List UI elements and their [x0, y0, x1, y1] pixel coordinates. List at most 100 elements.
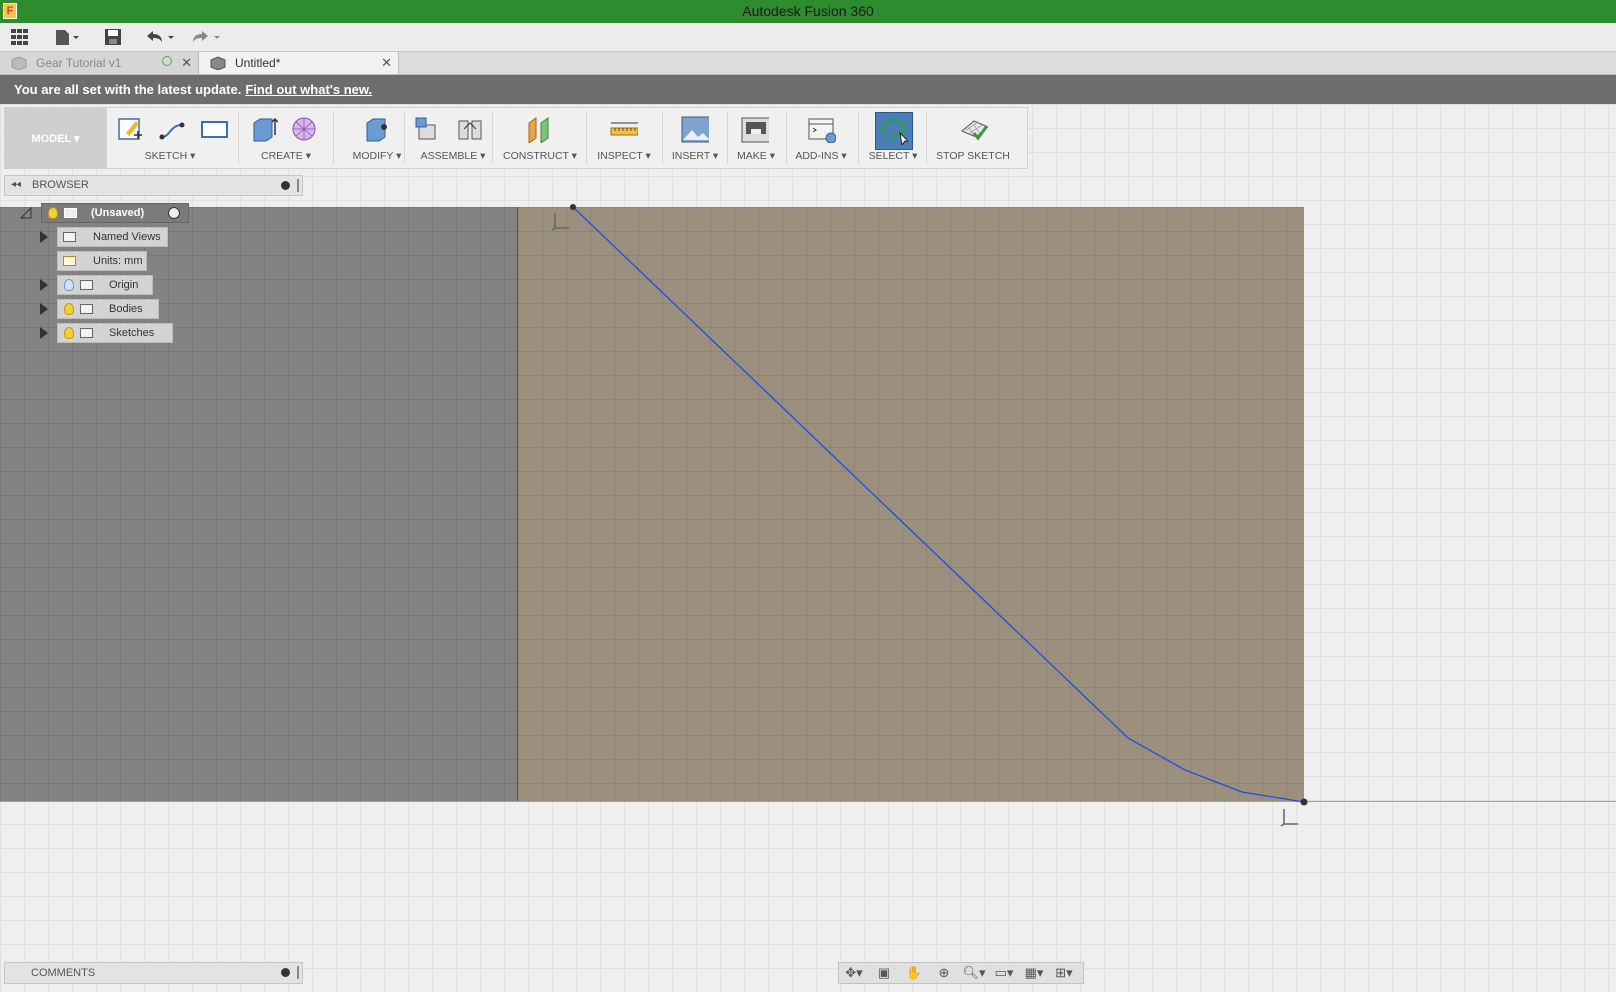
save-button[interactable]	[104, 27, 122, 47]
zoom-icon[interactable]: ⊕	[929, 965, 959, 981]
data-panel-icon[interactable]	[10, 27, 30, 47]
form-icon	[292, 117, 316, 141]
visibility-bulb-icon[interactable]	[64, 327, 74, 339]
viewports-icon[interactable]: ⊞▾	[1049, 965, 1079, 981]
inspect-menu[interactable]: INSPECT ▾	[592, 150, 656, 162]
stop-sketch-group[interactable]: STOP SKETCH	[930, 108, 1016, 168]
comments-title: COMMENTS	[31, 967, 96, 979]
grid-settings-icon[interactable]: ▦▾	[1019, 965, 1049, 981]
item-label: Units: mm	[93, 255, 143, 267]
document-icon	[64, 208, 77, 218]
expand-icon[interactable]	[40, 279, 48, 291]
toolbar-divider	[333, 112, 334, 164]
browser-item-sketches[interactable]: Sketches	[57, 323, 173, 343]
fit-icon[interactable]: 🔍︎▾	[959, 965, 989, 981]
construct-group[interactable]: CONSTRUCT ▾	[498, 108, 582, 168]
file-menu-button[interactable]	[54, 27, 82, 47]
grid-icon	[11, 29, 28, 45]
browser-item-origin[interactable]: Origin	[57, 275, 153, 295]
visibility-bulb-icon[interactable]	[64, 279, 74, 291]
construct-menu[interactable]: CONSTRUCT ▾	[498, 150, 582, 162]
select-menu[interactable]: SELECT ▾	[864, 150, 922, 162]
create-sketch-icon	[118, 118, 142, 140]
redo-button[interactable]	[190, 27, 224, 47]
item-label: Bodies	[109, 303, 143, 315]
folder-icon	[80, 280, 93, 290]
visibility-bulb-icon[interactable]	[64, 303, 74, 315]
look-at-icon[interactable]: ▣	[869, 965, 899, 981]
browser-title: BROWSER	[32, 179, 89, 191]
sketch-menu[interactable]: SKETCH ▾	[110, 150, 230, 162]
insert-group[interactable]: INSERT ▾	[666, 108, 724, 168]
file-icon	[56, 30, 79, 45]
collapse-icon[interactable]: ◂◂	[11, 179, 21, 190]
toolbar-divider	[786, 112, 787, 164]
tab-gear-tutorial[interactable]: Gear Tutorial v1 ✕	[0, 52, 199, 74]
scripts-addins-icon	[808, 118, 836, 143]
expand-icon[interactable]	[40, 231, 48, 243]
save-icon	[105, 29, 121, 45]
insert-menu[interactable]: INSERT ▾	[666, 150, 724, 162]
make-group[interactable]: MAKE ▾	[730, 108, 782, 168]
assemble-group[interactable]: ASSEMBLE ▾	[410, 108, 496, 168]
close-icon[interactable]: ✕	[381, 55, 392, 71]
workspace-switcher[interactable]: MODEL ▾	[4, 107, 107, 169]
title-bar: F Autodesk Fusion 360	[0, 0, 1616, 23]
comments-panel-header[interactable]: COMMENTS	[4, 962, 303, 984]
toolbar-divider	[404, 112, 405, 164]
folder-icon	[80, 328, 93, 338]
browser-item-named-views[interactable]: Named Views	[57, 227, 168, 247]
document-tabs: Gear Tutorial v1 ✕ Untitled* ✕	[0, 52, 1616, 75]
item-label: Sketches	[109, 327, 155, 339]
sketch-group[interactable]: SKETCH ▾	[110, 108, 230, 168]
create-group[interactable]: CREATE ▾	[244, 108, 328, 168]
stop-sketch-button[interactable]: STOP SKETCH	[930, 150, 1016, 162]
toolbar-divider	[492, 112, 493, 164]
addins-menu[interactable]: ADD-INS ▾	[790, 150, 852, 162]
toolbar-divider	[586, 112, 587, 164]
browser-item-units[interactable]: Units: mm	[57, 251, 147, 271]
banner-text: You are all set with the latest update.	[14, 82, 242, 97]
whats-new-link[interactable]: Find out what's new.	[245, 82, 372, 97]
close-icon[interactable]: ✕	[181, 55, 192, 71]
measure-icon	[610, 122, 638, 136]
tab-untitled[interactable]: Untitled* ✕	[199, 52, 399, 74]
update-banner: You are all set with the latest update. F…	[0, 75, 1616, 104]
expand-icon[interactable]	[40, 303, 48, 315]
browser-root-node[interactable]: (Unsaved)	[41, 203, 189, 223]
make-menu[interactable]: MAKE ▾	[730, 150, 782, 162]
component-icon	[11, 56, 27, 70]
minimize-icon[interactable]	[281, 181, 290, 190]
expand-icon[interactable]	[40, 327, 48, 339]
item-label: Named Views	[93, 231, 161, 243]
pan-icon[interactable]: ✋	[899, 965, 929, 981]
line-icon	[159, 122, 185, 140]
inspect-group[interactable]: INSPECT ▾	[592, 108, 656, 168]
drag-handle-icon[interactable]	[297, 179, 299, 192]
stop-sketch-icon	[961, 120, 988, 141]
activate-radio-icon[interactable]	[168, 207, 180, 219]
toolbar-divider	[858, 112, 859, 164]
sketch-plane[interactable]	[517, 207, 1304, 802]
undo-button[interactable]	[144, 27, 178, 47]
item-label: Origin	[109, 279, 139, 291]
orbit-icon[interactable]: ✥▾	[839, 965, 869, 981]
add-comment-icon[interactable]	[281, 968, 290, 977]
toolbar-divider	[727, 112, 728, 164]
visibility-bulb-icon[interactable]	[48, 207, 58, 219]
create-menu[interactable]: CREATE ▾	[244, 150, 328, 162]
x-axis-line	[0, 801, 1616, 802]
select-group[interactable]: SELECT ▾	[864, 108, 922, 168]
window-title: Autodesk Fusion 360	[742, 3, 874, 19]
new-component-icon	[415, 117, 436, 140]
browser-panel-header[interactable]: ◂◂ BROWSER	[4, 175, 303, 196]
display-settings-icon[interactable]: ▭▾	[989, 965, 1019, 981]
toolbar-divider	[662, 112, 663, 164]
offset-plane-icon	[528, 117, 549, 143]
drag-handle-icon[interactable]	[297, 966, 299, 979]
addins-group[interactable]: ADD-INS ▾	[790, 108, 852, 168]
assemble-menu[interactable]: ASSEMBLE ▾	[410, 150, 496, 162]
collapse-tree-icon[interactable]	[20, 207, 34, 219]
extrude-icon	[253, 117, 278, 142]
browser-item-bodies[interactable]: Bodies	[57, 299, 159, 319]
